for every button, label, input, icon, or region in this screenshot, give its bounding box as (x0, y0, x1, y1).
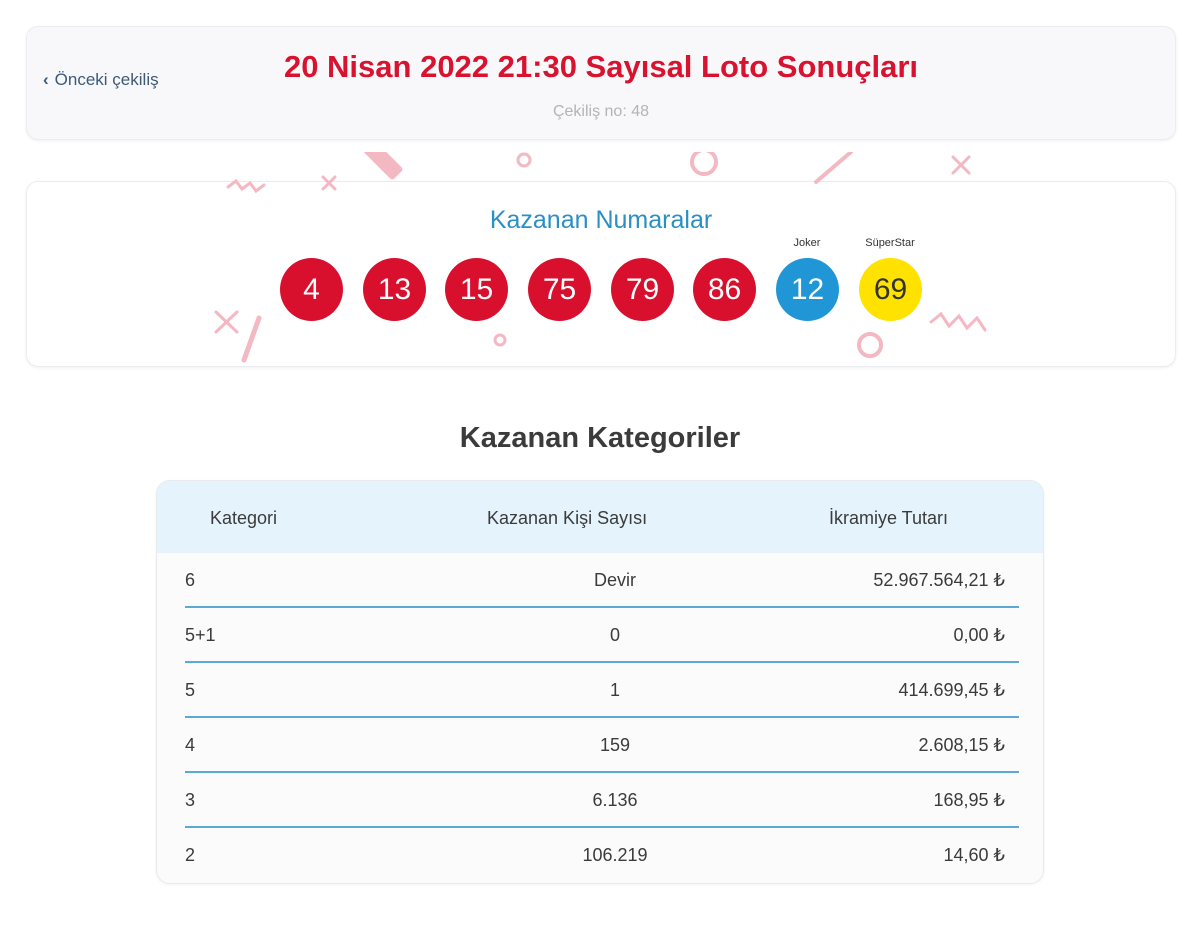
winning-number-ball: 79 (611, 258, 674, 321)
winning-number-ball: 86 (693, 258, 756, 321)
table-row: 2 106.219 14,60 ₺ (185, 828, 1019, 883)
table-row: 5+1 0 0,00 ₺ (185, 608, 1019, 663)
winning-number-ball: 4 (280, 258, 343, 321)
winning-number-ball: 15 (445, 258, 508, 321)
prize-cell: 52.967.564,21 ₺ (873, 570, 1005, 590)
category-cell: 4 (185, 735, 196, 755)
column-header-prize: İkramiye Tutarı (829, 508, 949, 528)
prize-cell: 0,00 ₺ (953, 625, 1006, 645)
winning-number-ball: 75 (528, 258, 591, 321)
column-header-winners: Kazanan Kişi Sayısı (487, 508, 648, 528)
category-cell: 2 (185, 845, 196, 865)
prize-cell: 414.699,45 ₺ (898, 680, 1005, 700)
superstar-ball: 69 (859, 258, 922, 321)
category-cell: 6 (185, 570, 196, 590)
prize-cell: 168,95 ₺ (933, 790, 1005, 810)
draw-number: Çekiliş no: 48 (552, 103, 650, 120)
prize-cell: 14,60 ₺ (943, 845, 1006, 865)
winners-cell: 106.219 (582, 845, 648, 865)
superstar-label: SüperStar (865, 237, 915, 249)
winning-categories-title: Kazanan Kategoriler (459, 422, 741, 454)
table-row: 6 Devir 52.967.564,21 ₺ (185, 553, 1019, 608)
winning-numbers-title: Kazanan Numaralar (489, 206, 713, 234)
winners-cell: 159 (599, 735, 631, 755)
category-cell: 3 (185, 790, 196, 810)
winning-categories-table: Kategori Kazanan Kişi Sayısı İkramiye Tu… (156, 480, 1044, 884)
draw-header-card: ‹ Önceki çekiliş 20 Nisan 2022 21:30 Say… (26, 26, 1176, 140)
winners-cell: Devir (593, 570, 636, 590)
column-header-category: Kategori (210, 508, 278, 528)
winners-cell: 6.136 (592, 790, 638, 810)
page-title: 20 Nisan 2022 21:30 Sayısal Loto Sonuçla… (283, 49, 919, 84)
winning-number-ball: 13 (363, 258, 426, 321)
table-row: 5 1 414.699,45 ₺ (185, 663, 1019, 718)
joker-ball: 12 (776, 258, 839, 321)
confetti-decoration (214, 152, 987, 363)
winners-cell: 0 (609, 625, 620, 645)
joker-label: Joker (793, 237, 821, 249)
winning-numbers-card: Kazanan Numaralar 4 13 15 75 79 86 Joker… (26, 152, 1176, 367)
winners-cell: 1 (609, 680, 620, 700)
category-cell: 5+1 (185, 625, 216, 645)
category-cell: 5 (185, 680, 196, 700)
table-row: 4 159 2.608,15 ₺ (185, 718, 1019, 773)
table-row: 3 6.136 168,95 ₺ (185, 773, 1019, 828)
table-header: Kategori Kazanan Kişi Sayısı İkramiye Tu… (157, 481, 1043, 553)
prize-cell: 2.608,15 ₺ (918, 735, 1005, 755)
